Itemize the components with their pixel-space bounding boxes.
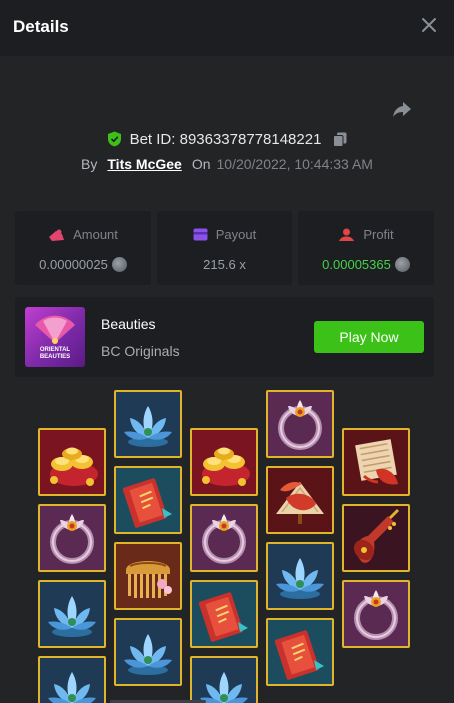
amount-value: 0.00000025: [39, 257, 108, 272]
lotus-ring-symbol: [38, 504, 106, 572]
fan-icon: [35, 315, 75, 344]
bet-byline: By Tits McGee On 10/20/2022, 10:44:33 AM: [0, 154, 454, 174]
lotus-icon: [200, 672, 248, 703]
pipa-icon: [353, 508, 400, 563]
game-thumbnail[interactable]: ORIENTAL BEAUTIES: [25, 307, 85, 367]
red-book-icon: [274, 630, 324, 680]
copy-icon[interactable]: [333, 132, 347, 147]
pipa-symbol: [342, 504, 410, 572]
hair-comb-icon: [126, 561, 172, 598]
slot-result-grid: [0, 385, 454, 703]
lotus-icon: [48, 672, 96, 703]
lotus-symbol: [38, 656, 106, 703]
lotus-ring-icon: [202, 514, 246, 564]
share-icon[interactable]: [391, 98, 413, 120]
game-name[interactable]: Beauties: [101, 316, 155, 332]
verified-shield-icon: [107, 131, 121, 147]
paper-fan-symbol: [342, 428, 410, 496]
lotus-icon: [124, 406, 172, 447]
payout-card: Payout 215.6 x: [157, 211, 292, 285]
bet-id: Bet ID: 89363378778148221: [129, 130, 322, 148]
profit-icon: [339, 228, 355, 241]
details-title: Details: [13, 17, 69, 36]
profit-value: 0.00005365: [322, 257, 391, 272]
lotus-symbol: [266, 542, 334, 610]
close-icon[interactable]: [420, 16, 438, 34]
red-book-icon: [198, 592, 248, 642]
lotus-symbol: [114, 390, 182, 458]
payout-label: Payout: [215, 227, 257, 242]
wallet-icon: [193, 228, 208, 241]
bet-date: 10/20/2022, 10:44:33 AM: [216, 156, 373, 172]
bet-id-row: Bet ID: 89363378778148221: [0, 128, 454, 150]
lotus-ring-icon: [354, 590, 398, 640]
gold-ingots-symbol: [190, 428, 258, 496]
play-now-button[interactable]: Play Now: [314, 321, 424, 353]
lotus-icon: [276, 558, 324, 599]
profit-card: Profit 0.00005365: [298, 211, 434, 285]
on-label: On: [191, 156, 211, 172]
red-book-icon: [122, 478, 172, 528]
user-link[interactable]: Tits McGee: [107, 156, 181, 172]
lotus-symbol: [38, 580, 106, 648]
lotus-ring-symbol: [342, 580, 410, 648]
hair-comb-symbol: [114, 542, 182, 610]
details-header: Details: [0, 0, 454, 56]
game-thumb-title: ORIENTAL BEAUTIES: [39, 347, 71, 360]
amount-label: Amount: [73, 227, 118, 242]
amount-icon: [49, 229, 65, 241]
red-book-symbol: [266, 618, 334, 686]
lotus-ring-symbol: [190, 504, 258, 572]
coin-icon: [394, 257, 410, 272]
payout-value: 215.6 x: [203, 257, 246, 272]
coin-icon: [111, 257, 127, 272]
gold-ingots-icon: [202, 447, 250, 486]
profit-label: Profit: [363, 227, 394, 242]
game-provider: BC Originals: [101, 343, 180, 359]
lotus-symbol: [114, 618, 182, 686]
red-book-symbol: [114, 466, 182, 534]
lotus-ring-symbol: [266, 390, 334, 458]
game-card: ORIENTAL BEAUTIES Beauties BC Originals …: [15, 297, 434, 377]
lotus-icon: [48, 596, 96, 637]
by-label: By: [81, 156, 98, 172]
lotus-icon: [124, 634, 172, 675]
koi-fan-icon: [276, 482, 324, 524]
gold-ingots-icon: [50, 447, 98, 486]
lotus-symbol: [190, 656, 258, 703]
amount-card: Amount 0.00000025: [15, 211, 151, 285]
red-book-symbol: [190, 580, 258, 648]
lotus-ring-icon: [50, 514, 94, 564]
paper-fan-icon: [355, 439, 398, 485]
koi-fan-symbol: [266, 466, 334, 534]
gold-ingots-symbol: [38, 428, 106, 496]
lotus-ring-icon: [278, 400, 322, 450]
